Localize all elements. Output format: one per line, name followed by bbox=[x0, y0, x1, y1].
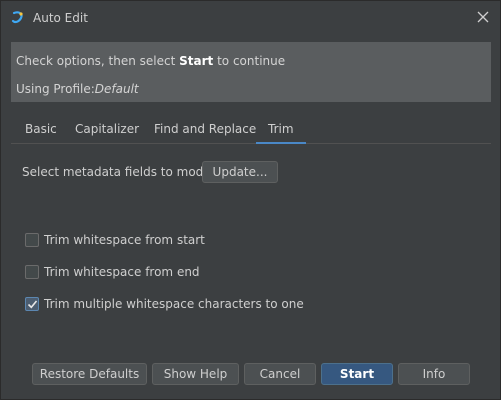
start-keyword: Start bbox=[179, 54, 214, 68]
trim-end-option[interactable]: Trim whitespace from end bbox=[25, 264, 200, 280]
tab-basic[interactable]: Basic bbox=[13, 116, 69, 144]
tab-find-and-replace[interactable]: Find and Replace bbox=[142, 116, 268, 144]
auto-edit-dialog: Auto Edit Check options, then select Sta… bbox=[0, 0, 501, 400]
show-help-button[interactable]: Show Help bbox=[152, 363, 239, 385]
tab-bar: Basic Capitalizer Find and Replace Trim bbox=[11, 116, 491, 144]
title-bar: Auto Edit bbox=[1, 1, 500, 35]
tab-trim[interactable]: Trim bbox=[256, 116, 306, 144]
trim-multiple-checkbox[interactable] bbox=[25, 297, 39, 311]
trim-start-label: Trim whitespace from start bbox=[44, 233, 205, 247]
trim-start-option[interactable]: Trim whitespace from start bbox=[25, 232, 205, 248]
instruction-text: Check options, then select Start to cont… bbox=[16, 54, 286, 68]
checkmark-icon bbox=[27, 299, 37, 308]
trim-start-checkbox[interactable] bbox=[25, 233, 39, 247]
profile-name: Default bbox=[94, 82, 139, 96]
restore-defaults-button[interactable]: Restore Defaults bbox=[32, 363, 147, 385]
app-logo-icon bbox=[10, 10, 26, 26]
info-button[interactable]: Info bbox=[398, 363, 470, 385]
profile-text: Using Profile:Default bbox=[16, 82, 139, 96]
update-button[interactable]: Update... bbox=[202, 161, 278, 183]
start-button[interactable]: Start bbox=[321, 363, 393, 385]
trim-end-label: Trim whitespace from end bbox=[44, 265, 200, 279]
window-title: Auto Edit bbox=[33, 11, 88, 25]
trim-multiple-label: Trim multiple whitespace characters to o… bbox=[44, 297, 304, 311]
trim-end-checkbox[interactable] bbox=[25, 265, 39, 279]
instruction-banner: Check options, then select Start to cont… bbox=[11, 42, 491, 102]
cancel-button[interactable]: Cancel bbox=[244, 363, 316, 385]
trim-multiple-option[interactable]: Trim multiple whitespace characters to o… bbox=[25, 296, 304, 312]
close-icon[interactable] bbox=[475, 9, 491, 25]
tab-capitalizer[interactable]: Capitalizer bbox=[63, 116, 151, 144]
metadata-fields-label: Select metadata fields to modify: bbox=[22, 165, 221, 179]
